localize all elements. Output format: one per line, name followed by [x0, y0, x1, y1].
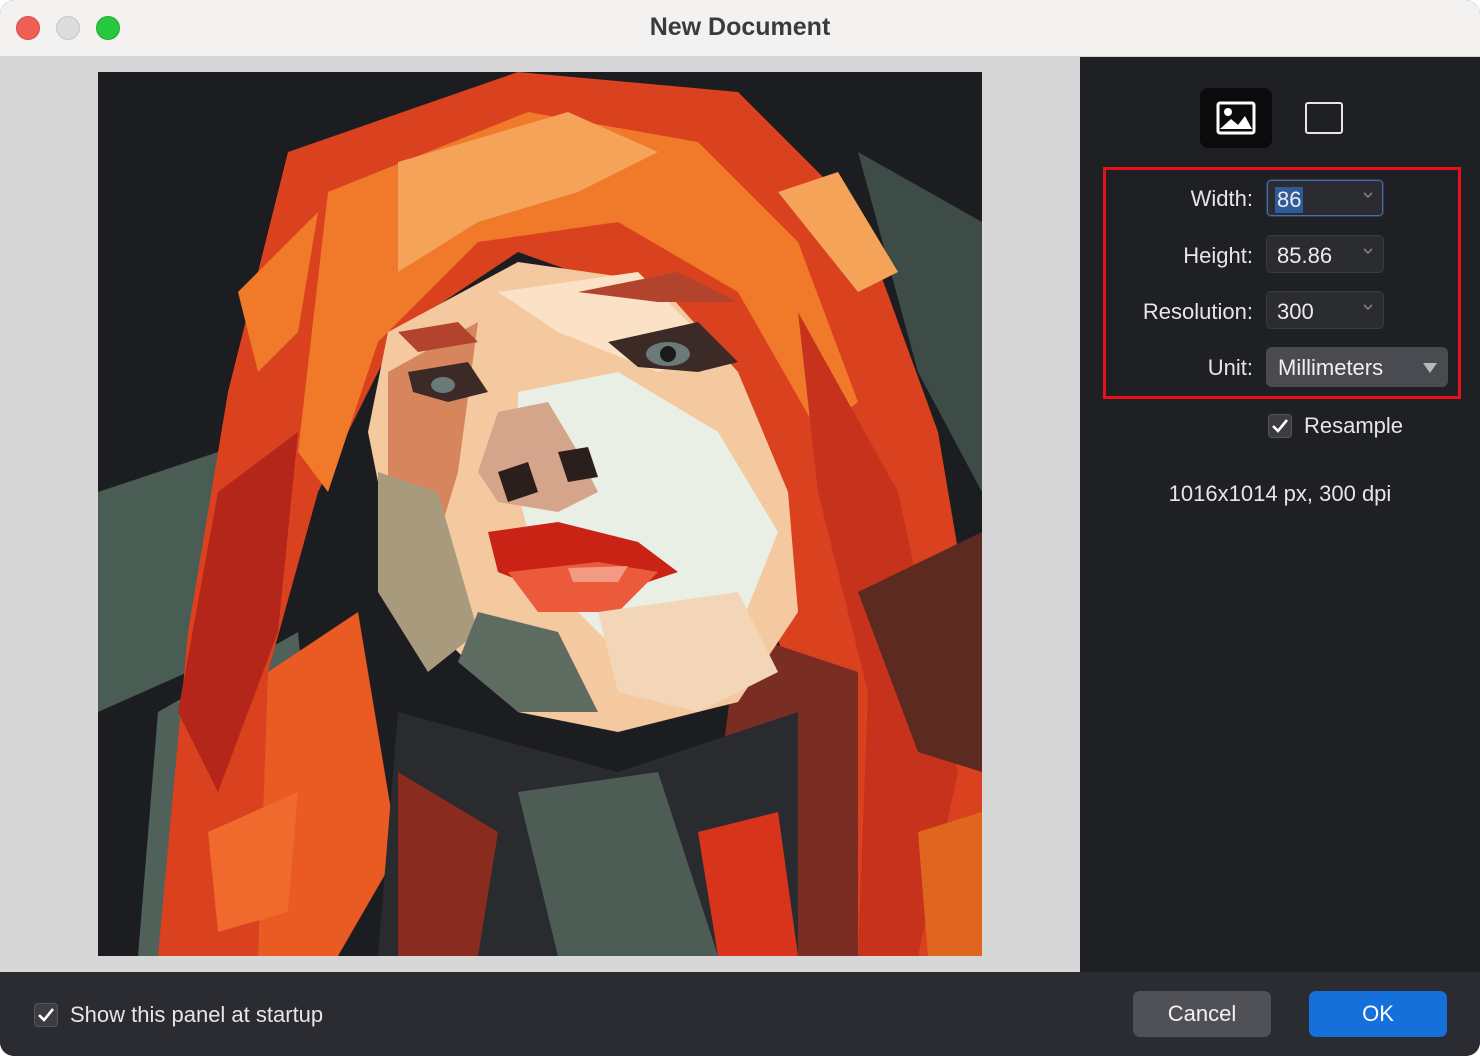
title-bar: New Document: [0, 0, 1480, 57]
checkmark-icon: [1272, 419, 1289, 433]
width-field[interactable]: 86: [1266, 179, 1384, 217]
resolution-field[interactable]: 300: [1266, 291, 1384, 329]
settings-sidebar: Width: 86 Height: 85.86 Resolution: 300 …: [1080, 57, 1480, 972]
show-at-startup-label[interactable]: Show this panel at startup: [70, 1002, 323, 1028]
chevron-down-icon[interactable]: [1361, 300, 1375, 314]
unit-select[interactable]: Millimeters: [1266, 347, 1448, 387]
unit-value: Millimeters: [1278, 355, 1384, 380]
preview-area: [0, 57, 1080, 972]
image-icon: [1216, 101, 1256, 135]
image-preview: [98, 72, 982, 956]
new-document-dialog: New Document Width: 86 Height: 85.86 Res…: [0, 0, 1480, 1056]
chevron-down-icon[interactable]: [1361, 188, 1375, 202]
dropdown-arrow-icon: [1423, 363, 1437, 373]
ok-button[interactable]: OK: [1309, 991, 1447, 1037]
show-at-startup-checkbox[interactable]: [34, 1003, 58, 1027]
height-label: Height:: [1183, 243, 1253, 268]
unit-label: Unit:: [1207, 355, 1253, 380]
image-mode-button[interactable]: [1200, 88, 1272, 148]
height-field[interactable]: 85.86: [1266, 235, 1384, 273]
dialog-footer: Show this panel at startup Cancel OK: [0, 972, 1480, 1056]
height-value[interactable]: 85.86: [1277, 243, 1332, 269]
width-value[interactable]: 86: [1275, 187, 1304, 213]
window-title: New Document: [649, 13, 831, 41]
resample-label[interactable]: Resample: [1304, 413, 1403, 439]
checkmark-icon: [38, 1008, 55, 1022]
resolution-value[interactable]: 300: [1277, 299, 1314, 325]
chevron-down-icon[interactable]: [1361, 244, 1375, 258]
resample-checkbox[interactable]: [1268, 414, 1292, 438]
blank-mode-button[interactable]: [1288, 88, 1360, 148]
resolution-label: Resolution:: [1142, 299, 1253, 324]
blank-canvas-icon: [1305, 102, 1343, 134]
width-label: Width:: [1190, 186, 1253, 211]
pixel-size-info: 1016x1014 px, 300 dpi: [1168, 481, 1392, 506]
cancel-button[interactable]: Cancel: [1133, 991, 1271, 1037]
